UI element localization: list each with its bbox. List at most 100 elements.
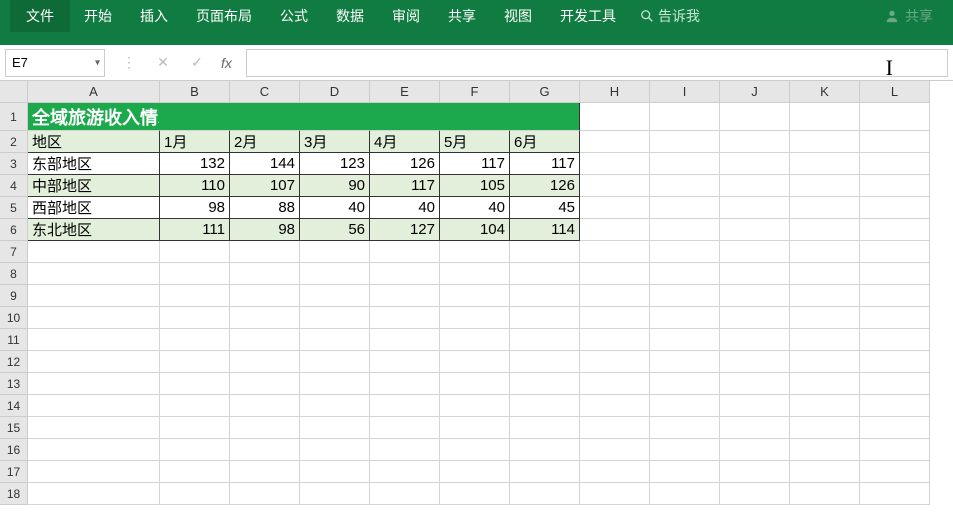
tab-data[interactable]: 数据 — [322, 0, 378, 32]
col-header-K[interactable]: K — [790, 81, 860, 103]
cell-I11[interactable] — [650, 329, 720, 351]
cell-A4[interactable]: 中部地区 — [28, 175, 160, 197]
cell-D14[interactable] — [300, 395, 370, 417]
row-header-15[interactable]: 15 — [0, 417, 28, 439]
cell-A18[interactable] — [28, 483, 160, 505]
cell-F11[interactable] — [440, 329, 510, 351]
cell-B12[interactable] — [160, 351, 230, 373]
cell-C6[interactable]: 98 — [230, 219, 300, 241]
cell-H8[interactable] — [580, 263, 650, 285]
cell-H15[interactable] — [580, 417, 650, 439]
cell-E16[interactable] — [370, 439, 440, 461]
cell-G16[interactable] — [510, 439, 580, 461]
row-header-4[interactable]: 4 — [0, 175, 28, 197]
col-header-J[interactable]: J — [720, 81, 790, 103]
cell-C13[interactable] — [230, 373, 300, 395]
cell-H2[interactable] — [580, 131, 650, 153]
cell-A17[interactable] — [28, 461, 160, 483]
cell-A16[interactable] — [28, 439, 160, 461]
cell-F9[interactable] — [440, 285, 510, 307]
cell-B4[interactable]: 110 — [160, 175, 230, 197]
cell-G18[interactable] — [510, 483, 580, 505]
cell-F8[interactable] — [440, 263, 510, 285]
cell-I16[interactable] — [650, 439, 720, 461]
cell-B10[interactable] — [160, 307, 230, 329]
cell-C11[interactable] — [230, 329, 300, 351]
cell-F10[interactable] — [440, 307, 510, 329]
row-header-3[interactable]: 3 — [0, 153, 28, 175]
cell-K10[interactable] — [790, 307, 860, 329]
cell-E11[interactable] — [370, 329, 440, 351]
cell-E9[interactable] — [370, 285, 440, 307]
cell-L9[interactable] — [860, 285, 930, 307]
enter-icon[interactable]: ✓ — [187, 53, 207, 73]
cell-A2[interactable]: 地区 — [28, 131, 160, 153]
cell-I2[interactable] — [650, 131, 720, 153]
cell-L16[interactable] — [860, 439, 930, 461]
cell-I18[interactable] — [650, 483, 720, 505]
cell-K7[interactable] — [790, 241, 860, 263]
cell-G10[interactable] — [510, 307, 580, 329]
cell-C15[interactable] — [230, 417, 300, 439]
cell-F6[interactable]: 104 — [440, 219, 510, 241]
cell-K1[interactable] — [790, 103, 860, 131]
cell-C10[interactable] — [230, 307, 300, 329]
cell-I3[interactable] — [650, 153, 720, 175]
cell-E1[interactable] — [370, 103, 440, 131]
row-header-11[interactable]: 11 — [0, 329, 28, 351]
cell-H11[interactable] — [580, 329, 650, 351]
cell-J12[interactable] — [720, 351, 790, 373]
cell-B13[interactable] — [160, 373, 230, 395]
row-header-12[interactable]: 12 — [0, 351, 28, 373]
cell-K6[interactable] — [790, 219, 860, 241]
cell-K9[interactable] — [790, 285, 860, 307]
cell-E12[interactable] — [370, 351, 440, 373]
cell-L14[interactable] — [860, 395, 930, 417]
row-header-13[interactable]: 13 — [0, 373, 28, 395]
row-header-8[interactable]: 8 — [0, 263, 28, 285]
cell-H9[interactable] — [580, 285, 650, 307]
tab-view[interactable]: 视图 — [490, 0, 546, 32]
select-all-corner[interactable] — [0, 81, 28, 103]
cell-D9[interactable] — [300, 285, 370, 307]
cell-B18[interactable] — [160, 483, 230, 505]
cell-D13[interactable] — [300, 373, 370, 395]
cell-I12[interactable] — [650, 351, 720, 373]
cell-B16[interactable] — [160, 439, 230, 461]
cell-H3[interactable] — [580, 153, 650, 175]
cell-B3[interactable]: 132 — [160, 153, 230, 175]
cell-I1[interactable] — [650, 103, 720, 131]
cell-G11[interactable] — [510, 329, 580, 351]
cell-E5[interactable]: 40 — [370, 197, 440, 219]
cell-F4[interactable]: 105 — [440, 175, 510, 197]
cell-H12[interactable] — [580, 351, 650, 373]
tab-page-layout[interactable]: 页面布局 — [182, 0, 266, 32]
cell-L18[interactable] — [860, 483, 930, 505]
cell-F7[interactable] — [440, 241, 510, 263]
cell-D17[interactable] — [300, 461, 370, 483]
cell-A11[interactable] — [28, 329, 160, 351]
cell-E14[interactable] — [370, 395, 440, 417]
col-header-G[interactable]: G — [510, 81, 580, 103]
cell-G7[interactable] — [510, 241, 580, 263]
cell-C4[interactable]: 107 — [230, 175, 300, 197]
cell-D2[interactable]: 3月 — [300, 131, 370, 153]
name-box[interactable]: E7 ▾ — [5, 49, 105, 77]
col-header-L[interactable]: L — [860, 81, 930, 103]
cell-E13[interactable] — [370, 373, 440, 395]
cell-C18[interactable] — [230, 483, 300, 505]
cell-J4[interactable] — [720, 175, 790, 197]
cell-A15[interactable] — [28, 417, 160, 439]
cell-C14[interactable] — [230, 395, 300, 417]
cell-J5[interactable] — [720, 197, 790, 219]
cell-J14[interactable] — [720, 395, 790, 417]
col-header-D[interactable]: D — [300, 81, 370, 103]
cell-A3[interactable]: 东部地区 — [28, 153, 160, 175]
cell-I5[interactable] — [650, 197, 720, 219]
cell-E15[interactable] — [370, 417, 440, 439]
cell-B7[interactable] — [160, 241, 230, 263]
cell-D16[interactable] — [300, 439, 370, 461]
cell-C16[interactable] — [230, 439, 300, 461]
cell-E3[interactable]: 126 — [370, 153, 440, 175]
cell-I10[interactable] — [650, 307, 720, 329]
